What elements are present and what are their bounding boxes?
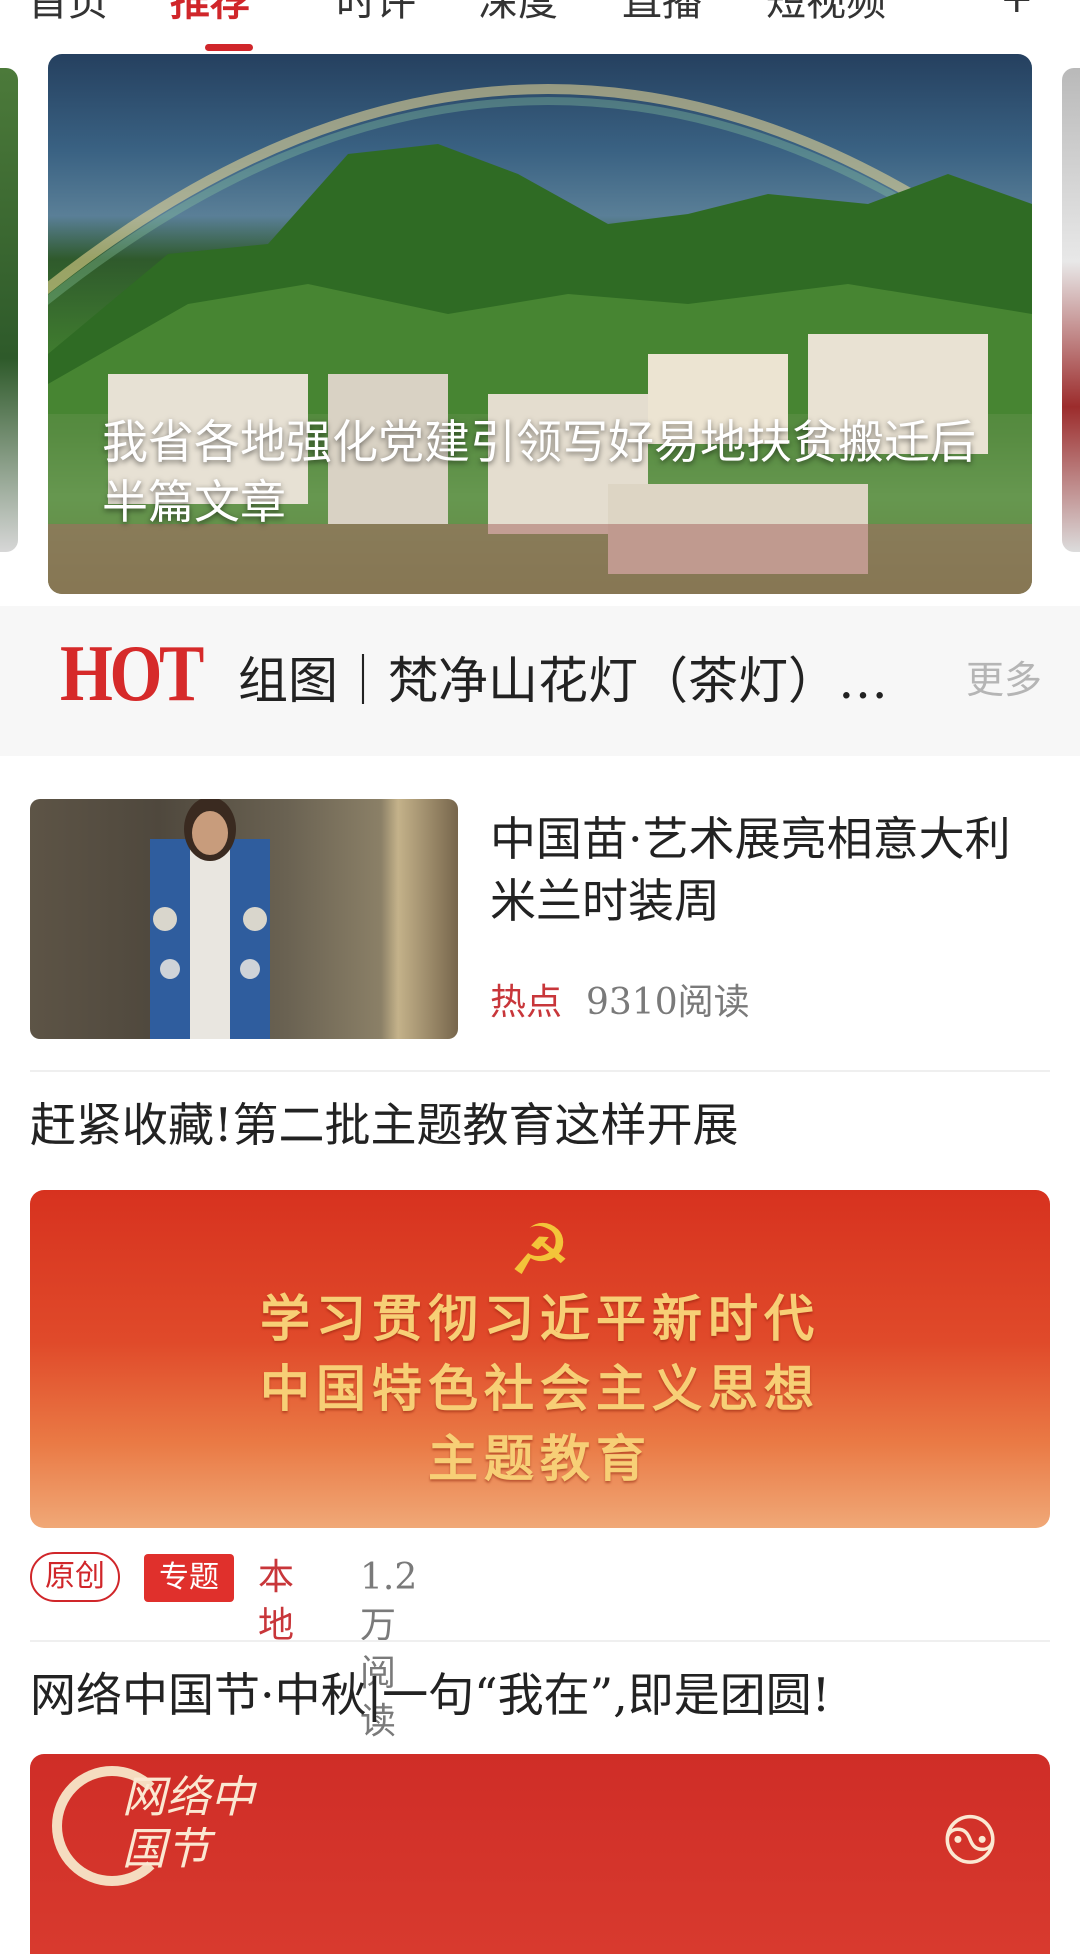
hero-caption: 我省各地强化党建引领写好易地扶贫搬迁后半篇文章 — [102, 415, 976, 529]
article-title[interactable]: 赶紧收藏!第二批主题教育这样开展 — [30, 1094, 739, 1156]
more-link[interactable]: 更多 — [966, 650, 1042, 710]
carousel-next-slide[interactable] — [1062, 68, 1080, 552]
article-title[interactable]: 网络中国节·中秋|一句“我在”,即是团圆! — [30, 1664, 830, 1726]
read-count: 9310阅读 — [586, 982, 750, 1023]
top-nav: 首页 推荐 时评 深度 直播 短视频 + — [0, 0, 1080, 54]
local-tag: 本地 — [258, 1557, 295, 1646]
plus-icon[interactable]: + — [1000, 0, 1034, 22]
hero-carousel-slide[interactable]: 我省各地强化党建引领写好易地扶贫搬迁后半篇文章 — [48, 54, 1032, 594]
list-item[interactable]: 网络中国节·中秋|一句“我在”,即是团圆! 网络中国节 ࿊ — [0, 1642, 1080, 1954]
article-banner[interactable]: ☭ 学习贯彻习近平新时代 中国特色社会主义思想 主题教育 — [30, 1190, 1050, 1528]
hammer-sickle-icon: ☭ — [508, 1209, 572, 1291]
topic-badge: 专题 — [144, 1554, 234, 1602]
article-banner[interactable]: 网络中国节 ࿊ — [30, 1754, 1050, 1954]
tab-short-video[interactable]: 短视频 — [766, 0, 886, 24]
article-thumbnail — [30, 799, 458, 1039]
hot-headline[interactable]: 组图｜梵净山花灯（茶灯）… — [238, 646, 898, 716]
tab-recommend[interactable]: 推荐 — [170, 0, 250, 24]
article-title[interactable]: 中国苗·艺术展亮相意大利米兰时装周 — [490, 808, 1050, 932]
hot-logo: HOT — [60, 630, 204, 718]
list-item[interactable]: 中国苗·艺术展亮相意大利米兰时装周 热点 9310阅读 — [0, 768, 1080, 1072]
list-item[interactable]: 赶紧收藏!第二批主题教育这样开展 ☭ 学习贯彻习近平新时代 中国特色社会主义思想… — [0, 1072, 1080, 1742]
active-tab-indicator — [205, 44, 253, 51]
tab-live[interactable]: 直播 — [622, 0, 702, 24]
cloud-ornament-icon: ࿊ — [942, 1798, 998, 1880]
carousel-prev-slide[interactable] — [0, 68, 18, 552]
hot-news-bar[interactable]: HOT 组图｜梵净山花灯（茶灯）… 更多 — [0, 606, 1080, 756]
original-badge: 原创 — [30, 1552, 120, 1602]
tab-commentary[interactable]: 时评 — [336, 0, 416, 24]
banner-logo-text: 网络中国节 — [122, 1772, 254, 1875]
tab-home[interactable]: 首页 — [28, 0, 108, 24]
banner-line-2: 中国特色社会主义思想 — [260, 1360, 820, 1418]
banner-line-1: 学习贯彻习近平新时代 — [260, 1290, 820, 1348]
banner-line-3: 主题教育 — [428, 1430, 652, 1488]
hot-tag: 热点 — [490, 982, 563, 1023]
tab-depth[interactable]: 深度 — [478, 0, 558, 24]
